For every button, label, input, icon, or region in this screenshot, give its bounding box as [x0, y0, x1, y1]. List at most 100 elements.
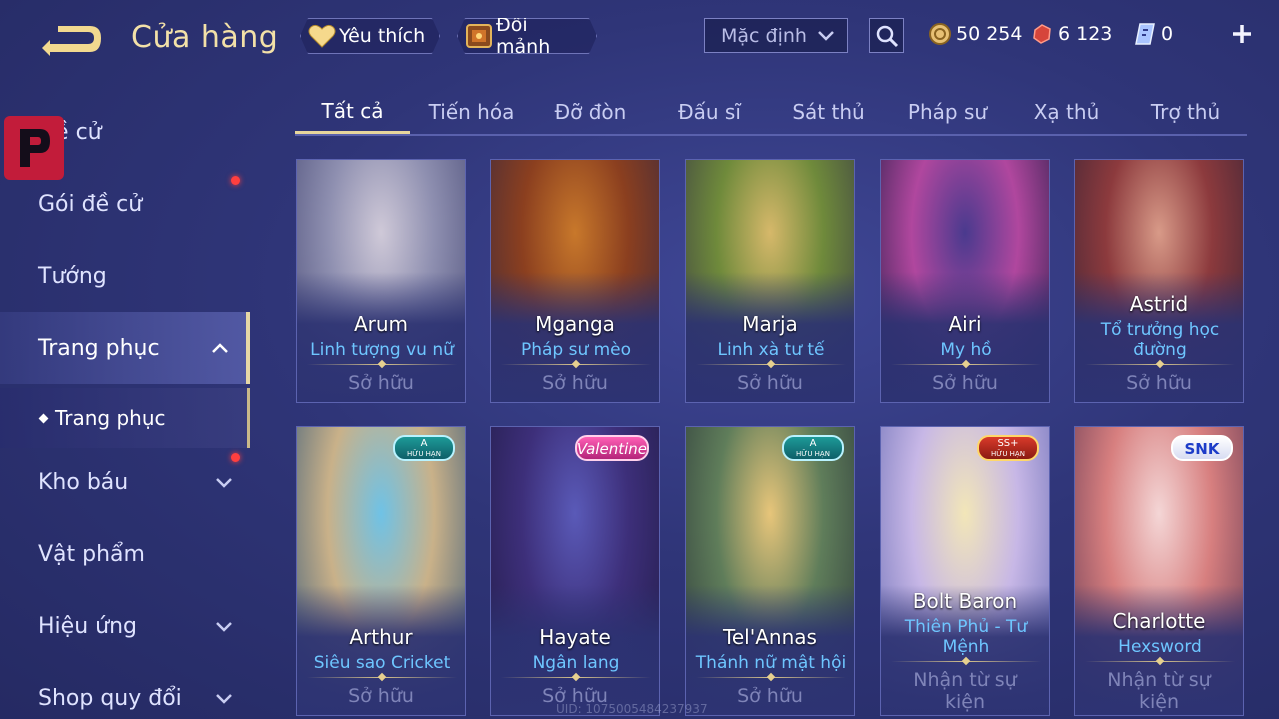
hero-name: Tel'Annas — [723, 625, 817, 649]
notification-dot — [231, 453, 240, 462]
back-button[interactable] — [38, 22, 104, 58]
sidebar-subitem-label: Trang phục — [55, 406, 166, 430]
limited-badge: Valentine — [574, 435, 649, 461]
tab-fighter[interactable]: Đấu sĩ — [652, 90, 767, 134]
hero-name: Bolt Baron — [912, 589, 1018, 613]
badge-sublabel: HỮU HẠN — [407, 450, 441, 458]
diamond-bullet-icon — [38, 413, 49, 423]
hero-name: Hayate — [539, 625, 611, 649]
badge-label: A — [809, 438, 817, 449]
badge-label: A — [420, 438, 428, 449]
sidebar-item-skins[interactable]: Trang phục — [0, 312, 250, 384]
skin-card[interactable]: A HỮU HẠN Arthur Siêu sao Cricket Sở hữu — [296, 426, 466, 716]
tab-evolution[interactable]: Tiến hóa — [414, 90, 529, 134]
card-divider — [696, 364, 846, 365]
skin-card[interactable]: Marja Linh xà tư tế Sở hữu — [685, 159, 855, 403]
tab-marksman[interactable]: Xạ thủ — [1009, 90, 1124, 134]
sidebar-subitem-skins[interactable]: Trang phục — [0, 388, 250, 448]
limited-badge: SNK — [1171, 435, 1233, 461]
skin-name: Siêu sao Cricket — [313, 653, 451, 673]
card-divider — [1085, 364, 1235, 365]
hero-name: Arthur — [349, 625, 413, 649]
tab-assassin[interactable]: Sát thủ — [771, 90, 886, 134]
tab-mage[interactable]: Pháp sư — [890, 90, 1005, 134]
search-icon — [876, 25, 898, 47]
card-balance: 0 — [1133, 19, 1173, 49]
sidebar: Đề cử Gói đề cử Tướng Trang phục Trang p… — [0, 96, 252, 719]
hero-name: Marja — [742, 312, 798, 336]
badge-label: SNK — [1184, 440, 1220, 458]
gold-balance: 50 254 — [928, 19, 1022, 49]
back-arrow-icon — [42, 26, 101, 56]
skin-card[interactable]: SNK Charlotte Hexsword Nhận từ sự kiện — [1074, 426, 1244, 716]
top-bar: Cửa hàng Yêu thích Đổi mảnh Mặc định 50 … — [0, 0, 1279, 80]
skin-name: Thánh nữ mật hội — [695, 653, 847, 673]
hero-name: Airi — [948, 312, 982, 336]
favorite-label: Yêu thích — [339, 25, 426, 47]
card-divider — [307, 364, 457, 365]
gold-coin-icon — [928, 22, 952, 46]
limited-badge: A HỮU HẠN — [782, 435, 844, 461]
tab-tank[interactable]: Đỡ đòn — [533, 90, 648, 134]
hero-name: Astrid — [1129, 292, 1189, 316]
ownership-status: Sở hữu — [1126, 372, 1192, 394]
skin-card[interactable]: Mganga Pháp sư mèo Sở hữu — [490, 159, 660, 403]
limited-badge: SS+ HỮU HẠN — [977, 435, 1039, 461]
skin-name: Linh xà tư tế — [717, 340, 825, 360]
hero-name: Mganga — [535, 312, 615, 336]
add-currency-button[interactable] — [1228, 20, 1256, 48]
skin-card[interactable]: A HỮU HẠN Tel'Annas Thánh nữ mật hội Sở hữu — [685, 426, 855, 716]
category-tabs: Tất cả Tiến hóa Đỡ đòn Đấu sĩ Sát thủ Ph… — [295, 90, 1247, 136]
page-title: Cửa hàng — [131, 20, 279, 55]
sidebar-item-label: Hiệu ứng — [38, 613, 137, 639]
sidebar-item-heroes[interactable]: Tướng — [0, 240, 250, 312]
skin-name: Tổ trưởng học đường — [1100, 320, 1220, 360]
tab-all[interactable]: Tất cả — [295, 90, 410, 134]
limited-badge: A HỮU HẠN — [393, 435, 455, 461]
tab-support[interactable]: Trợ thủ — [1128, 90, 1243, 134]
chevron-up-icon — [212, 343, 228, 353]
shard-exchange-button[interactable]: Đổi mảnh — [457, 18, 597, 54]
shard-exchange-label: Đổi mảnh — [496, 14, 551, 58]
sidebar-item-label: Kho báu — [38, 469, 129, 495]
search-button[interactable] — [869, 18, 904, 53]
skin-card[interactable]: Astrid Tổ trưởng học đường Sở hữu — [1074, 159, 1244, 403]
hero-name: Charlotte — [1112, 609, 1206, 633]
skin-name: My hồ — [940, 340, 992, 360]
sidebar-item-label: Tướng — [38, 263, 107, 289]
treasure-chest-icon — [464, 22, 494, 50]
sidebar-item-effects[interactable]: Hiệu ứng — [0, 590, 250, 662]
ownership-status: Nhận từ sự kiện — [1107, 669, 1211, 713]
chevron-down-icon — [216, 622, 232, 632]
skin-card[interactable]: Airi My hồ Sở hữu — [880, 159, 1050, 403]
skin-card[interactable]: SS+ HỮU HẠN Bolt Baron Thiên Phủ - Tư Mệnh N… — [880, 426, 1050, 716]
sidebar-item-items[interactable]: Vật phẩm — [0, 518, 250, 590]
skin-name: Thiên Phủ - Tư Mệnh — [904, 617, 1028, 657]
card-divider — [891, 364, 1041, 365]
card-divider — [891, 661, 1041, 662]
ownership-status: Nhận từ sự kiện — [913, 669, 1017, 713]
card-divider — [501, 364, 651, 365]
user-id: UID: 1075005484237937 — [556, 702, 708, 716]
overlay-logo-icon — [4, 116, 64, 180]
skin-name: Linh tượng vu nữ — [310, 340, 454, 360]
chevron-down-icon — [818, 30, 834, 41]
skin-name: Ngân lang — [532, 653, 620, 673]
skin-name: Pháp sư mèo — [520, 340, 632, 360]
sidebar-item-exchange-shop[interactable]: Shop quy đổi — [0, 662, 250, 719]
card-amount: 0 — [1161, 23, 1174, 45]
badge-label: Valentine — [576, 440, 647, 458]
favorite-button[interactable]: Yêu thích — [300, 18, 440, 54]
skin-card[interactable]: Valentine Hayate Ngân lang Sở hữu — [490, 426, 660, 716]
sidebar-item-label: Trang phục — [38, 335, 160, 361]
ownership-status: Sở hữu — [932, 372, 998, 394]
sort-selected-value: Mặc định — [721, 24, 807, 47]
sidebar-item-label: Gói đề cử — [38, 191, 143, 217]
card-divider — [307, 677, 457, 678]
sort-dropdown[interactable]: Mặc định — [704, 18, 848, 53]
card-divider — [501, 677, 651, 678]
card-ticket-icon — [1133, 22, 1157, 46]
chevron-down-icon — [216, 478, 232, 488]
skin-card[interactable]: Arum Linh tượng vu nữ Sở hữu — [296, 159, 466, 403]
sidebar-item-treasure[interactable]: Kho báu — [0, 446, 250, 518]
